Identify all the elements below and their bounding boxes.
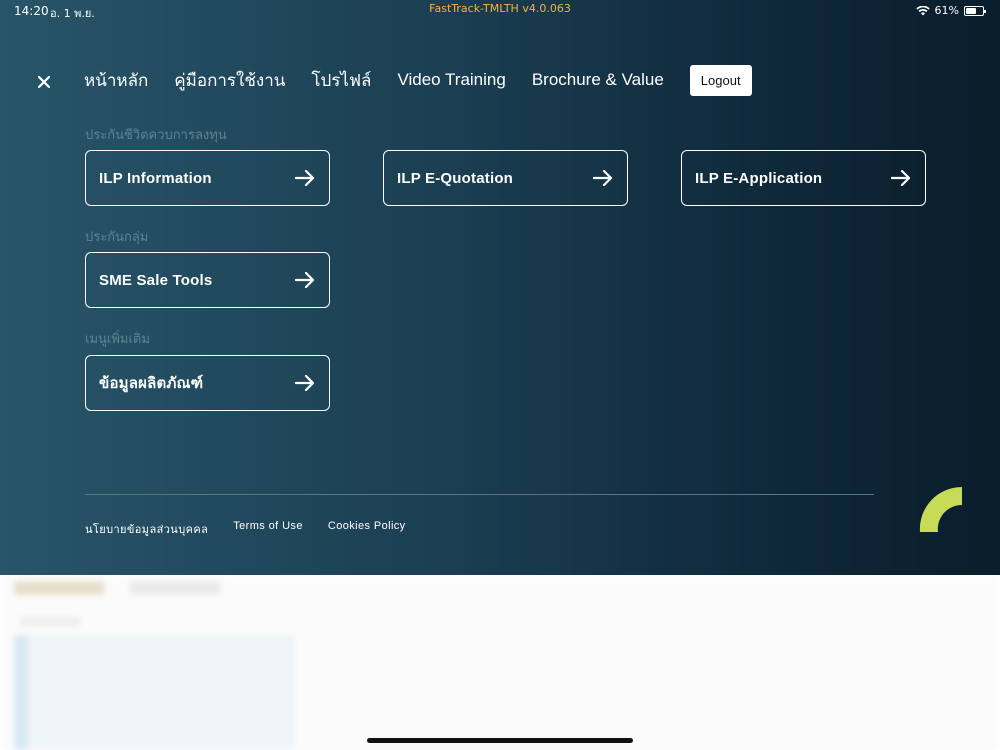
logout-button[interactable]: Logout [689,64,752,96]
status-indicators: 61% [915,4,986,17]
close-icon [38,76,50,88]
blurred-label [20,617,80,627]
home-indicator [367,738,633,743]
nav-home[interactable]: หน้าหลัก [84,67,148,94]
arrow-right-icon [295,170,315,186]
sme-sale-tools-button[interactable]: SME Sale Tools [85,252,330,308]
ilp-e-application-button[interactable]: ILP E-Application [681,150,926,206]
arrow-right-icon [295,272,315,288]
ilp-e-quotation-button[interactable]: ILP E-Quotation [383,150,628,206]
card-label: ILP Information [99,169,212,187]
arrow-right-icon [891,170,911,186]
product-info-button[interactable]: ข้อมูลผลิตภัณฑ์ [85,355,330,411]
brand-arc-icon [919,486,962,532]
arrow-right-icon [593,170,613,186]
card-label: SME Sale Tools [99,271,213,289]
arrow-right-icon [295,375,315,391]
ilp-information-button[interactable]: ILP Information [85,150,330,206]
card-label: ILP E-Quotation [397,169,514,187]
terms-of-use-link[interactable]: Terms of Use [233,520,303,538]
card-label: ข้อมูลผลิตภัณฑ์ [99,375,204,392]
nav-user-guide[interactable]: คู่มือการใช้งาน [174,67,285,94]
blurred-text [130,581,220,595]
battery-percent: 61% [934,4,959,17]
nav-brochure-value[interactable]: Brochure & Value [532,70,664,90]
card-label: ILP E-Application [695,169,823,187]
blurred-logo [14,581,104,595]
wifi-icon [915,5,930,15]
close-button[interactable] [32,70,56,94]
battery-icon [964,5,986,16]
menu-overlay: 14:20 อ. 1 พ.ย. FastTrack-TMLTH v4.0.063… [0,0,1000,575]
top-nav: หน้าหลัก คู่มือการใช้งาน โปรไฟล์ Video T… [84,64,752,96]
footer-divider [85,494,874,495]
status-bar: 14:20 อ. 1 พ.ย. FastTrack-TMLTH v4.0.063… [0,0,1000,22]
section-title-group-insurance: ประกันกลุ่ม [85,229,149,244]
footer-links: นโยบายข้อมูลส่วนบุคคล Terms of Use Cooki… [85,520,431,538]
blurred-card-edge [14,635,28,750]
app-version: FastTrack-TMLTH v4.0.063 [429,2,571,15]
section-title-more-menu: เมนูเพิ่มเติม [85,331,150,346]
nav-video-training[interactable]: Video Training [397,70,505,90]
background-content [0,575,1000,750]
blurred-card [14,635,294,750]
nav-profile[interactable]: โปรไฟล์ [311,67,371,94]
section-title-ilp: ประกันชีวิตควบการลงทุน [85,127,227,142]
cookies-policy-link[interactable]: Cookies Policy [328,520,406,538]
privacy-policy-link[interactable]: นโยบายข้อมูลส่วนบุคคล [85,520,208,538]
